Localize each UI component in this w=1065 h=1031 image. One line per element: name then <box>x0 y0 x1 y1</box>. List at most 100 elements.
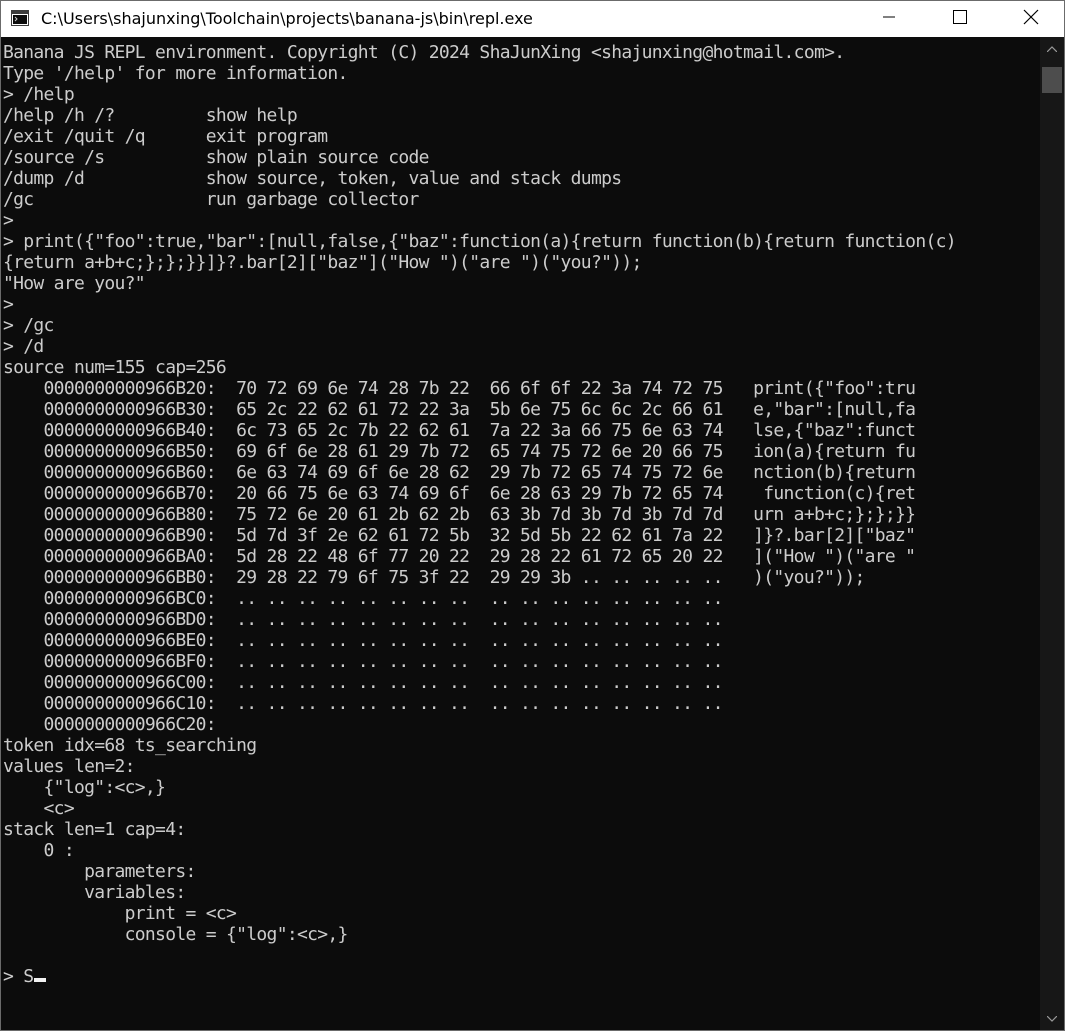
console-line: > <box>3 210 14 231</box>
console-line: stack len=1 cap=4: <box>3 819 186 840</box>
console-line: 0000000000966BE0: .. .. .. .. .. .. .. .… <box>3 630 724 651</box>
console-line-text: parameters: <box>3 861 196 882</box>
console-line-text: 0000000000966BE0: .. .. .. .. .. .. .. .… <box>3 630 724 651</box>
console-line-text: {"log":<c>,} <box>3 777 166 798</box>
console-line: > /gc <box>3 315 54 336</box>
title-bar[interactable]: C:\Users\shajunxing\Toolchain\projects\b… <box>1 1 1064 37</box>
vertical-scrollbar[interactable] <box>1040 37 1064 1030</box>
console-window: C:\Users\shajunxing\Toolchain\projects\b… <box>0 0 1065 1031</box>
console-line: {"log":<c>,} <box>3 777 166 798</box>
console-line: <c> <box>3 798 75 819</box>
console-line-text: source num=155 cap=256 <box>3 357 227 378</box>
console-line-text: 0000000000966C00: .. .. .. .. .. .. .. .… <box>3 672 724 693</box>
console-line: 0000000000966BA0: 5d 28 22 48 6f 77 20 2… <box>3 546 916 567</box>
console-line: > print({"foo":true,"bar":[null,false,{"… <box>3 231 957 252</box>
window-title: C:\Users\shajunxing\Toolchain\projects\b… <box>41 9 533 28</box>
console-line: 0000000000966BF0: .. .. .. .. .. .. .. .… <box>3 651 724 672</box>
console-line-text: print = <c> <box>3 903 237 924</box>
console-line-text: 0000000000966B40: 6c 73 65 2c 7b 22 62 6… <box>3 420 916 441</box>
console-line: 0000000000966B60: 6e 63 74 69 6f 6e 28 6… <box>3 462 916 483</box>
console-line: print = <c> <box>3 903 237 924</box>
console-output[interactable]: Banana JS REPL environment. Copyright (C… <box>1 37 1040 1030</box>
maximize-icon <box>953 9 967 29</box>
console-line-text: /help /h /? show help <box>3 105 298 126</box>
minimize-button[interactable] <box>866 1 912 37</box>
console-line: values len=2: <box>3 756 135 777</box>
console-line-text: 0000000000966BC0: .. .. .. .. .. .. .. .… <box>3 588 724 609</box>
console-line-text: 0000000000966B60: 6e 63 74 69 6f 6e 28 6… <box>3 462 916 483</box>
console-line-text: <c> <box>3 798 75 819</box>
console-line: 0000000000966B20: 70 72 69 6e 74 28 7b 2… <box>3 378 916 399</box>
console-line-text: > /gc <box>3 315 54 336</box>
console-line: 0000000000966B90: 5d 7d 3f 2e 62 61 72 5… <box>3 525 916 546</box>
console-line: 0 : <box>3 840 75 861</box>
console-line-text: stack len=1 cap=4: <box>3 819 186 840</box>
console-line: 0000000000966C20: <box>3 714 217 735</box>
console-line: 0000000000966B80: 75 72 6e 20 61 2b 62 2… <box>3 504 916 525</box>
console-line-text: 0000000000966C20: <box>3 714 217 735</box>
close-button[interactable] <box>1008 1 1054 37</box>
console-app-icon <box>11 10 29 26</box>
console-line-text: values len=2: <box>3 756 135 777</box>
console-line-text: 0000000000966B80: 75 72 6e 20 61 2b 62 2… <box>3 504 916 525</box>
console-line-text: > <box>3 294 14 315</box>
scrollbar-thumb[interactable] <box>1042 67 1062 93</box>
console-line: variables: <box>3 882 186 903</box>
console-line: "How are you?" <box>3 273 146 294</box>
console-line: /help /h /? show help <box>3 105 298 126</box>
console-line: > /help <box>3 84 75 105</box>
console-line: /dump /d show source, token, value and s… <box>3 168 622 189</box>
console-line: {return a+b+c;};};}}]}?.bar[2]["baz"]("H… <box>3 252 642 273</box>
console-line: /exit /quit /q exit program <box>3 126 328 147</box>
console-line: token idx=68 ts_searching <box>3 735 257 756</box>
scroll-up-button[interactable] <box>1040 37 1064 59</box>
console-line-text: 0000000000966C10: .. .. .. .. .. .. .. .… <box>3 693 724 714</box>
console-line-text: 0000000000966B20: 70 72 69 6e 74 28 7b 2… <box>3 378 916 399</box>
console-line-text: variables: <box>3 882 186 903</box>
scroll-up-arrow-icon <box>1046 39 1058 57</box>
console-line: 0000000000966B50: 69 6f 6e 28 61 29 7b 7… <box>3 441 916 462</box>
console-line: 0000000000966B30: 65 2c 22 62 61 72 22 3… <box>3 399 916 420</box>
console-line: 0000000000966BD0: .. .. .. .. .. .. .. .… <box>3 609 724 630</box>
console-line: > S <box>3 966 47 987</box>
console-line-text: 0000000000966B50: 69 6f 6e 28 61 29 7b 7… <box>3 441 916 462</box>
console-line: > /d <box>3 336 44 357</box>
console-line: console = {"log":<c>,} <box>3 924 349 945</box>
console-line: 0000000000966B40: 6c 73 65 2c 7b 22 62 6… <box>3 420 916 441</box>
console-line: source num=155 cap=256 <box>3 357 227 378</box>
console-line-text: 0000000000966BF0: .. .. .. .. .. .. .. .… <box>3 651 724 672</box>
scroll-down-button[interactable] <box>1040 1007 1064 1029</box>
console-line-text: console = {"log":<c>,} <box>3 924 349 945</box>
console-line-text: 0 : <box>3 840 75 861</box>
console-line-text: "How are you?" <box>3 273 146 294</box>
console-line-text: > /d <box>3 336 44 357</box>
console-line-text: Banana JS REPL environment. Copyright (C… <box>3 42 845 63</box>
console-line-text: /exit /quit /q exit program <box>3 126 328 147</box>
console-line: Type '/help' for more information. <box>3 63 348 84</box>
console-line: parameters: <box>3 861 196 882</box>
console-line: 0000000000966B70: 20 66 75 6e 63 74 69 6… <box>3 483 916 504</box>
console-line: 0000000000966BC0: .. .. .. .. .. .. .. .… <box>3 588 724 609</box>
console-line-text: /dump /d show source, token, value and s… <box>3 168 622 189</box>
console-line-text: > print({"foo":true,"bar":[null,false,{"… <box>3 231 957 252</box>
console-line: 0000000000966C10: .. .. .. .. .. .. .. .… <box>3 693 724 714</box>
console-line-text: 0000000000966BB0: 29 28 22 79 6f 75 3f 2… <box>3 567 866 588</box>
console-line: 0000000000966BB0: 29 28 22 79 6f 75 3f 2… <box>3 567 866 588</box>
minimize-icon <box>883 10 895 28</box>
console-line-text: token idx=68 ts_searching <box>3 735 257 756</box>
console-line-text: 0000000000966BA0: 5d 28 22 48 6f 77 20 2… <box>3 546 916 567</box>
scroll-down-arrow-icon <box>1046 1009 1058 1027</box>
close-icon <box>1023 9 1039 30</box>
console-line-text: 0000000000966BD0: .. .. .. .. .. .. .. .… <box>3 609 724 630</box>
console-line-text: > /help <box>3 84 75 105</box>
console-line: > <box>3 294 14 315</box>
console-line: /source /s show plain source code <box>3 147 429 168</box>
console-line-text: /gc run garbage collector <box>3 189 419 210</box>
console-line-text: {return a+b+c;};};}}]}?.bar[2]["baz"]("H… <box>3 252 642 273</box>
console-line-text: > <box>3 210 14 231</box>
console-line-text: Type '/help' for more information. <box>3 63 348 84</box>
maximize-button[interactable] <box>937 1 983 37</box>
console-line-text: 0000000000966B70: 20 66 75 6e 63 74 69 6… <box>3 483 916 504</box>
console-line: Banana JS REPL environment. Copyright (C… <box>3 42 845 63</box>
console-line-text: 0000000000966B30: 65 2c 22 62 61 72 22 3… <box>3 399 916 420</box>
